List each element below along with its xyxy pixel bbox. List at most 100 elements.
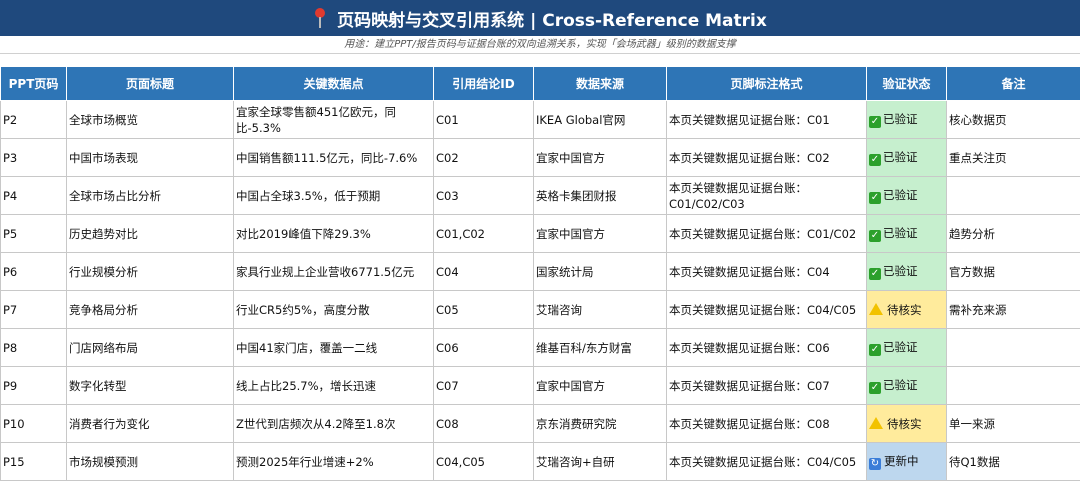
status-label: 已验证 xyxy=(883,378,918,392)
cell-data-point[interactable]: 中国销售额111.5亿元，同比-7.6% xyxy=(233,138,434,177)
cell-source[interactable]: 维基百科/东方财富 xyxy=(533,328,667,367)
cell-status[interactable]: ✓ 已验证 xyxy=(866,138,947,177)
cell-page[interactable]: P4 xyxy=(0,176,67,215)
cell-page[interactable]: P7 xyxy=(0,290,67,329)
cell-ref-id[interactable]: C04 xyxy=(433,252,534,291)
cell-source[interactable]: IKEA Global官网 xyxy=(533,100,667,139)
warning-icon xyxy=(869,302,883,315)
cell-data-point[interactable]: 中国41家门店，覆盖一二线 xyxy=(233,328,434,367)
check-icon: ✓ xyxy=(869,268,881,280)
cell-title[interactable]: 竞争格局分析 xyxy=(66,290,234,329)
cell-source[interactable]: 宜家中国官方 xyxy=(533,366,667,405)
cell-ref-id[interactable]: C08 xyxy=(433,404,534,443)
cell-ref-id[interactable]: C01 xyxy=(433,100,534,139)
cell-source[interactable]: 艾瑞咨询+自研 xyxy=(533,442,667,481)
cell-page[interactable]: P3 xyxy=(0,138,67,177)
column-header[interactable]: 验证状态 xyxy=(866,66,947,101)
cell-page[interactable]: P15 xyxy=(0,442,67,481)
column-header[interactable]: 页脚标注格式 xyxy=(666,66,867,101)
cell-page[interactable]: P6 xyxy=(0,252,67,291)
column-header[interactable]: 引用结论ID xyxy=(433,66,534,101)
cell-footer-format[interactable]: 本页关键数据见证据台账：C04 xyxy=(666,252,867,291)
cell-title[interactable]: 全球市场占比分析 xyxy=(66,176,234,215)
cell-data-point[interactable]: 对比2019峰值下降29.3% xyxy=(233,214,434,253)
cell-title[interactable]: 行业规模分析 xyxy=(66,252,234,291)
cell-status[interactable]: ✓ 已验证 xyxy=(866,328,947,367)
column-header[interactable]: 关键数据点 xyxy=(233,66,434,101)
cell-note[interactable] xyxy=(946,366,1080,405)
table-row: P15 市场规模预测 预测2025年行业增速+2% C04,C05 艾瑞咨询+自研 本页关… xyxy=(0,442,1080,481)
cell-page[interactable]: P8 xyxy=(0,328,67,367)
column-header[interactable]: 页面标题 xyxy=(66,66,234,101)
cell-status[interactable]: ↻ 更新中 xyxy=(866,442,947,481)
cell-source[interactable]: 国家统计局 xyxy=(533,252,667,291)
cell-note[interactable]: 需补充来源 xyxy=(946,290,1080,329)
cell-ref-id[interactable]: C02 xyxy=(433,138,534,177)
cell-title[interactable]: 历史趋势对比 xyxy=(66,214,234,253)
cell-status[interactable]: ✓ 已验证 xyxy=(866,366,947,405)
cell-data-point[interactable]: Z世代到店频次从4.2降至1.8次 xyxy=(233,404,434,443)
cell-footer-format[interactable]: 本页关键数据见证据台账：C07 xyxy=(666,366,867,405)
cell-note[interactable]: 趋势分析 xyxy=(946,214,1080,253)
cell-status[interactable]: ✓ 已验证 xyxy=(866,252,947,291)
cell-note[interactable]: 核心数据页 xyxy=(946,100,1080,139)
cell-footer-format[interactable]: 本页关键数据见证据台账：C01/C02/C03 xyxy=(666,176,867,215)
cell-ref-id[interactable]: C07 xyxy=(433,366,534,405)
cell-title[interactable]: 消费者行为变化 xyxy=(66,404,234,443)
cell-footer-format[interactable]: 本页关键数据见证据台账：C08 xyxy=(666,404,867,443)
cell-title[interactable]: 市场规模预测 xyxy=(66,442,234,481)
cell-page[interactable]: P2 xyxy=(0,100,67,139)
status-label: 待核实 xyxy=(887,416,922,431)
cell-status[interactable]: 待核实 xyxy=(866,290,947,329)
page-title: 页码映射与交叉引用系统 | Cross-Reference Matrix xyxy=(337,10,767,31)
table-row: P9 数字化转型 线上占比25.7%，增长迅速 C07 宜家中国官方 本页关键数据见证据台… xyxy=(0,366,1080,405)
cell-title[interactable]: 门店网络布局 xyxy=(66,328,234,367)
cell-ref-id[interactable]: C06 xyxy=(433,328,534,367)
cell-ref-id[interactable]: C03 xyxy=(433,176,534,215)
column-header[interactable]: 备注 xyxy=(946,66,1080,101)
check-icon: ✓ xyxy=(869,344,881,356)
cell-footer-format[interactable]: 本页关键数据见证据台账：C02 xyxy=(666,138,867,177)
cell-status[interactable]: 待核实 xyxy=(866,404,947,443)
cell-page[interactable]: P10 xyxy=(0,404,67,443)
cell-data-point[interactable]: 宜家全球零售额451亿欧元，同比-5.3% xyxy=(233,100,434,139)
cell-footer-format[interactable]: 本页关键数据见证据台账：C04/C05 xyxy=(666,290,867,329)
cell-page[interactable]: P9 xyxy=(0,366,67,405)
cell-ref-id[interactable]: C04,C05 xyxy=(433,442,534,481)
cell-title[interactable]: 数字化转型 xyxy=(66,366,234,405)
table-row: P3 中国市场表现 中国销售额111.5亿元，同比-7.6% C02 宜家中国官方 本页关… xyxy=(0,138,1080,177)
cell-note[interactable] xyxy=(946,328,1080,367)
cell-title[interactable]: 全球市场概览 xyxy=(66,100,234,139)
cell-ref-id[interactable]: C01,C02 xyxy=(433,214,534,253)
cell-note[interactable]: 重点关注页 xyxy=(946,138,1080,177)
cell-source[interactable]: 京东消费研究院 xyxy=(533,404,667,443)
cell-status[interactable]: ✓ 已验证 xyxy=(866,100,947,139)
cell-data-point[interactable]: 行业CR5约5%，高度分散 xyxy=(233,290,434,329)
cell-page[interactable]: P5 xyxy=(0,214,67,253)
cell-footer-format[interactable]: 本页关键数据见证据台账：C06 xyxy=(666,328,867,367)
cell-source[interactable]: 宜家中国官方 xyxy=(533,214,667,253)
cell-title[interactable]: 中国市场表现 xyxy=(66,138,234,177)
cell-source[interactable]: 英格卡集团财报 xyxy=(533,176,667,215)
cell-status[interactable]: ✓ 已验证 xyxy=(866,176,947,215)
cell-data-point[interactable]: 线上占比25.7%，增长迅速 xyxy=(233,366,434,405)
cell-note[interactable]: 单一来源 xyxy=(946,404,1080,443)
cell-footer-format[interactable]: 本页关键数据见证据台账：C01/C02 xyxy=(666,214,867,253)
warning-icon xyxy=(869,416,883,429)
cell-data-point[interactable]: 预测2025年行业增速+2% xyxy=(233,442,434,481)
cell-data-point[interactable]: 中国占全球3.5%，低于预期 xyxy=(233,176,434,215)
cell-note[interactable]: 待Q1数据 xyxy=(946,442,1080,481)
table-row: P8 门店网络布局 中国41家门店，覆盖一二线 C06 维基百科/东方财富 本页关键数据见… xyxy=(0,328,1080,367)
cell-ref-id[interactable]: C05 xyxy=(433,290,534,329)
cell-status[interactable]: ✓ 已验证 xyxy=(866,214,947,253)
column-header[interactable]: 数据来源 xyxy=(533,66,667,101)
refresh-icon: ↻ xyxy=(869,458,881,470)
cell-source[interactable]: 艾瑞咨询 xyxy=(533,290,667,329)
column-header[interactable]: PPT页码 xyxy=(0,66,67,101)
cell-note[interactable]: 官方数据 xyxy=(946,252,1080,291)
cell-note[interactable] xyxy=(946,176,1080,215)
cell-footer-format[interactable]: 本页关键数据见证据台账：C04/C05 xyxy=(666,442,867,481)
cell-data-point[interactable]: 家具行业规上企业营收6771.5亿元 xyxy=(233,252,434,291)
cell-source[interactable]: 宜家中国官方 xyxy=(533,138,667,177)
cell-footer-format[interactable]: 本页关键数据见证据台账：C01 xyxy=(666,100,867,139)
